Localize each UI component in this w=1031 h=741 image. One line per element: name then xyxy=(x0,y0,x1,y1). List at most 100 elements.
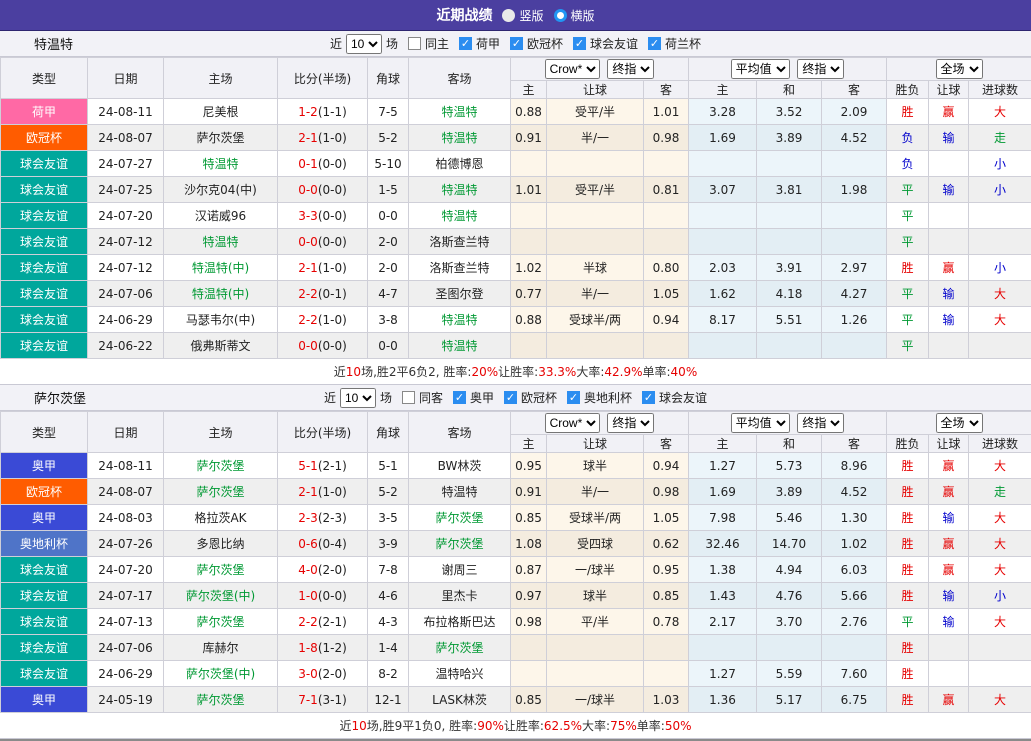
league-checkbox[interactable] xyxy=(459,37,472,50)
col-odds-away: 客 xyxy=(644,81,689,99)
match-count-select[interactable]: 10 xyxy=(340,388,376,408)
league-checkbox[interactable] xyxy=(567,391,580,404)
avg-away-cell xyxy=(822,203,887,229)
final-odds-select-2[interactable]: 终指 xyxy=(797,59,844,79)
league-badge: 球会友谊 xyxy=(1,307,88,333)
handicap-result-cell: 输 xyxy=(929,583,969,609)
avg-draw-cell: 3.81 xyxy=(757,177,822,203)
same-venue-checkbox[interactable] xyxy=(402,391,415,404)
match-count-select[interactable]: 10 xyxy=(346,34,382,54)
col-home: 主场 xyxy=(164,412,278,453)
away-team-cell: 洛斯查兰特 xyxy=(409,255,511,281)
away-team-cell: 特温特 xyxy=(409,203,511,229)
match-date: 24-07-20 xyxy=(88,557,164,583)
col-home: 主场 xyxy=(164,58,278,99)
avg-draw-cell: 5.59 xyxy=(757,661,822,687)
score-cell: 2-1(1-0) xyxy=(278,255,368,281)
league-badge: 欧冠杯 xyxy=(1,479,88,505)
average-select[interactable]: 平均值 xyxy=(731,413,790,433)
league-label: 球会友谊 xyxy=(659,389,707,406)
away-team-cell: 柏德博恩 xyxy=(409,151,511,177)
match-row: 奥甲24-05-19萨尔茨堡7-1(3-1)12-1LASK林茨0.85一/球半… xyxy=(1,687,1031,713)
score-cell: 2-3(2-3) xyxy=(278,505,368,531)
col-score: 比分(半场) xyxy=(278,58,368,99)
same-venue-checkbox[interactable] xyxy=(408,37,421,50)
home-team-cell: 特温特(中) xyxy=(164,255,278,281)
final-odds-select-2[interactable]: 终指 xyxy=(797,413,844,433)
horizontal-label: 横版 xyxy=(571,7,595,24)
league-checkbox[interactable] xyxy=(504,391,517,404)
summary-segment: 50% xyxy=(665,719,692,733)
odds-away-cell: 0.62 xyxy=(644,531,689,557)
final-odds-select[interactable]: 终指 xyxy=(607,413,654,433)
result-cell: 胜 xyxy=(887,583,929,609)
corner-cell: 0-0 xyxy=(368,203,409,229)
radio-unselected-icon[interactable] xyxy=(554,9,567,22)
home-team-cell: 特温特 xyxy=(164,151,278,177)
handicap-result-cell: 赢 xyxy=(929,99,969,125)
odds-home-cell: 0.98 xyxy=(511,609,547,635)
avg-away-cell: 4.27 xyxy=(822,281,887,307)
radio-selected-icon[interactable] xyxy=(502,9,515,22)
odds-away-cell xyxy=(644,661,689,687)
league-badge: 球会友谊 xyxy=(1,281,88,307)
average-select[interactable]: 平均值 xyxy=(731,59,790,79)
bookmaker-select[interactable]: Crow* xyxy=(545,59,600,79)
league-checkbox[interactable] xyxy=(642,391,655,404)
average-selects-cell: 平均值 终指 xyxy=(689,412,887,435)
layout-vertical-option[interactable]: 竖版 xyxy=(502,7,543,24)
col-date: 日期 xyxy=(88,58,164,99)
avg-away-cell: 5.66 xyxy=(822,583,887,609)
team-name: 特温特 xyxy=(34,34,73,53)
league-checkbox[interactable] xyxy=(573,37,586,50)
home-team-cell: 特温特 xyxy=(164,229,278,255)
away-team-cell: BW林茨 xyxy=(409,453,511,479)
away-team-cell: 特温特 xyxy=(409,479,511,505)
corner-cell: 4-3 xyxy=(368,609,409,635)
league-checkbox[interactable] xyxy=(453,391,466,404)
corner-cell: 3-9 xyxy=(368,531,409,557)
bookmaker-select[interactable]: Crow* xyxy=(545,413,600,433)
score-cell: 2-1(1-0) xyxy=(278,479,368,505)
league-checkbox[interactable] xyxy=(510,37,523,50)
goals-cell xyxy=(969,635,1031,661)
odds-away-cell xyxy=(644,333,689,359)
corner-cell: 7-8 xyxy=(368,557,409,583)
col-away: 客场 xyxy=(409,412,511,453)
home-team-cell: 特温特(中) xyxy=(164,281,278,307)
odds-home-cell xyxy=(511,333,547,359)
match-date: 24-08-03 xyxy=(88,505,164,531)
result-cell: 平 xyxy=(887,333,929,359)
avg-home-cell: 2.03 xyxy=(689,255,757,281)
away-team-cell: LASK林茨 xyxy=(409,687,511,713)
away-team-cell: 谢周三 xyxy=(409,557,511,583)
odds-away-cell xyxy=(644,229,689,255)
odds-handicap-cell xyxy=(547,333,644,359)
avg-draw-cell: 3.91 xyxy=(757,255,822,281)
match-date: 24-07-25 xyxy=(88,177,164,203)
avg-draw-cell xyxy=(757,635,822,661)
final-odds-select[interactable]: 终指 xyxy=(607,59,654,79)
period-select[interactable]: 全场 xyxy=(936,413,983,433)
avg-draw-cell xyxy=(757,203,822,229)
match-row: 球会友谊24-07-27特温特0-1(0-0)5-10柏德博恩负小 xyxy=(1,151,1031,177)
goals-cell: 大 xyxy=(969,687,1031,713)
odds-away-cell: 0.78 xyxy=(644,609,689,635)
odds-home-cell: 0.88 xyxy=(511,99,547,125)
handicap-result-cell xyxy=(929,661,969,687)
period-select[interactable]: 全场 xyxy=(936,59,983,79)
avg-home-cell xyxy=(689,229,757,255)
avg-home-cell: 1.62 xyxy=(689,281,757,307)
col-avg-home: 主 xyxy=(689,81,757,99)
league-badge: 奥地利杯 xyxy=(1,531,88,557)
layout-horizontal-option[interactable]: 横版 xyxy=(554,7,595,24)
odds-home-cell xyxy=(511,661,547,687)
odds-home-cell xyxy=(511,151,547,177)
avg-away-cell: 2.97 xyxy=(822,255,887,281)
summary-segment: 近 xyxy=(334,363,346,380)
league-checkbox[interactable] xyxy=(648,37,661,50)
away-team-cell: 特温特 xyxy=(409,333,511,359)
result-cell: 平 xyxy=(887,229,929,255)
filter-controls: 近 10 场 同客 奥甲 欧冠杯 奥地利杯 球会友谊 xyxy=(324,388,707,408)
corner-cell: 4-7 xyxy=(368,281,409,307)
